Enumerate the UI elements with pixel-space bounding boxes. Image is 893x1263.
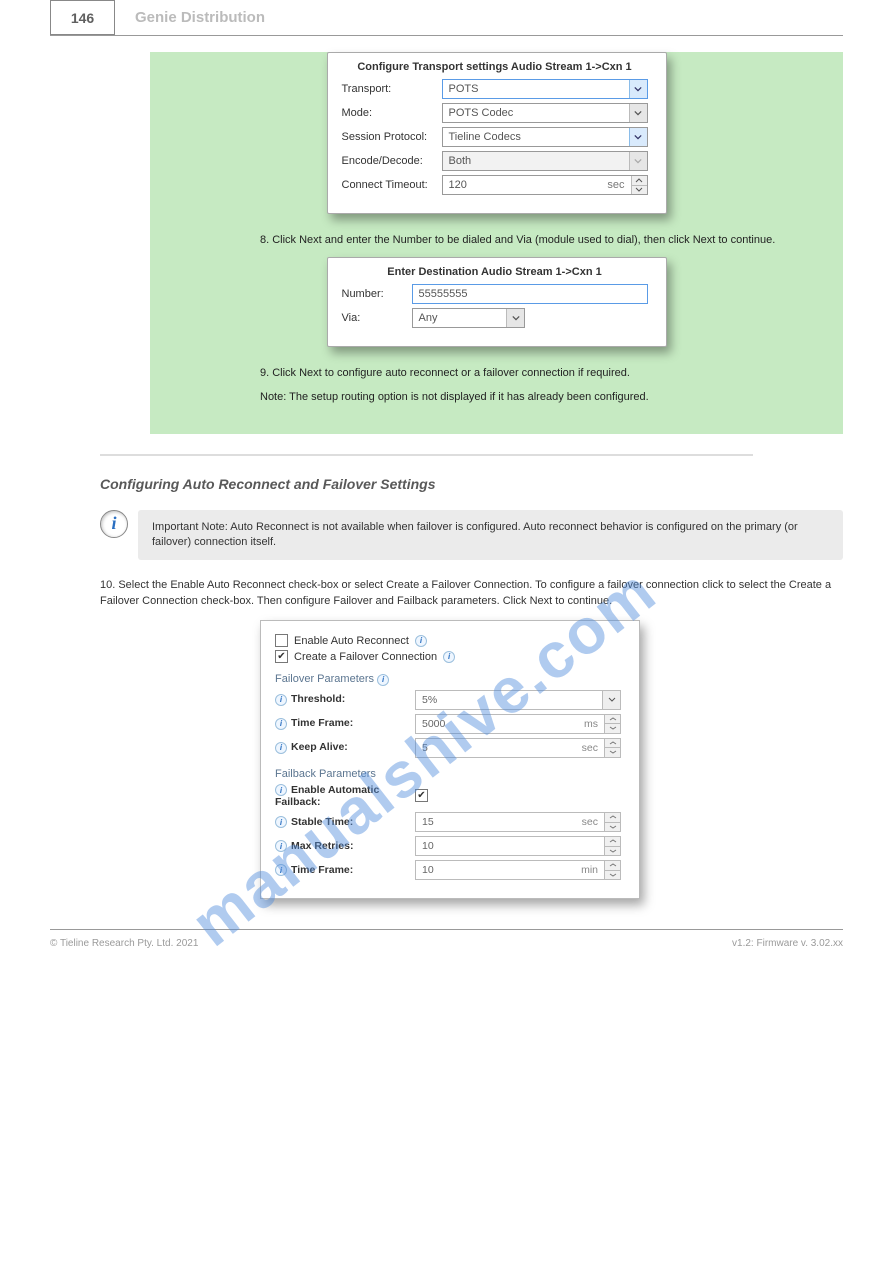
step-9: 9. Click Next to configure auto reconnec… xyxy=(260,365,783,382)
stable-label: iStable Time: xyxy=(275,816,415,829)
step-9-note: Note: The setup routing option is not di… xyxy=(260,389,783,406)
enable-failback-label: iEnable Automatic Failback: xyxy=(275,784,415,809)
mode-label: Mode: xyxy=(342,107,442,119)
info-icon[interactable]: i xyxy=(275,742,287,754)
chevron-down-icon[interactable] xyxy=(629,128,647,146)
chevron-down-icon[interactable] xyxy=(629,104,647,122)
destination-dialog-title: Enter Destination Audio Stream 1->Cxn 1 xyxy=(342,266,648,278)
threshold-label: iThreshold: xyxy=(275,693,415,706)
timeframe2-input[interactable]: 10min xyxy=(415,860,621,880)
spinner[interactable] xyxy=(604,813,620,831)
keepalive-input[interactable]: 5sec xyxy=(415,738,621,758)
chevron-down-icon[interactable] xyxy=(506,309,524,327)
destination-dialog: Enter Destination Audio Stream 1->Cxn 1 … xyxy=(327,257,667,347)
threshold-select[interactable]: 5% xyxy=(415,690,621,710)
maxretries-input[interactable]: 10 xyxy=(415,836,621,856)
page: 146 Genie Distribution Configure Transpo… xyxy=(0,0,893,989)
spinner[interactable] xyxy=(604,861,620,879)
via-select[interactable]: Any xyxy=(412,308,526,328)
footer-copyright: © Tieline Research Pty. Ltd. 2021 xyxy=(50,938,198,949)
via-label: Via: xyxy=(342,312,412,324)
spinner[interactable] xyxy=(604,715,620,733)
spinner[interactable] xyxy=(604,837,620,855)
timeout-input[interactable]: 120 sec xyxy=(442,175,648,195)
chevron-down-icon[interactable] xyxy=(602,691,620,709)
info-icon[interactable]: i xyxy=(275,816,287,828)
auto-reconnect-checkbox[interactable] xyxy=(275,634,288,647)
chevron-down-icon[interactable] xyxy=(629,80,647,98)
auto-reconnect-label: Enable Auto Reconnect xyxy=(294,635,409,647)
transport-label: Transport: xyxy=(342,83,442,95)
stable-input[interactable]: 15sec xyxy=(415,812,621,832)
session-select[interactable]: Tieline Codecs xyxy=(442,127,648,147)
timeframe-input[interactable]: 5000ms xyxy=(415,714,621,734)
info-icon[interactable]: i xyxy=(377,674,389,686)
number-label: Number: xyxy=(342,288,412,300)
info-icon[interactable]: i xyxy=(443,651,455,663)
instruction-panel: Configure Transport settings Audio Strea… xyxy=(150,52,843,434)
transport-dialog: Configure Transport settings Audio Strea… xyxy=(327,52,667,214)
transport-dialog-title: Configure Transport settings Audio Strea… xyxy=(342,61,648,73)
info-icon[interactable]: i xyxy=(275,694,287,706)
transport-select[interactable]: POTS xyxy=(442,79,648,99)
failback-params-heading: Failback Parameters xyxy=(275,768,621,780)
info-icon[interactable]: i xyxy=(275,864,287,876)
step-8: 8. Click Next and enter the Number to be… xyxy=(260,232,783,249)
divider xyxy=(100,454,753,456)
header: 146 Genie Distribution xyxy=(50,0,843,36)
failover-checkbox[interactable] xyxy=(275,650,288,663)
step-10: 10. Select the Enable Auto Reconnect che… xyxy=(100,578,843,610)
enable-failback-checkbox[interactable] xyxy=(415,789,428,802)
section-title: Configuring Auto Reconnect and Failover … xyxy=(100,476,843,492)
number-input[interactable]: 55555555 xyxy=(412,284,648,304)
info-icon[interactable]: i xyxy=(275,840,287,852)
session-label: Session Protocol: xyxy=(342,131,442,143)
maxretries-label: iMax Retries: xyxy=(275,840,415,853)
mode-select[interactable]: POTS Codec xyxy=(442,103,648,123)
info-icon[interactable]: i xyxy=(275,784,287,796)
keepalive-label: iKeep Alive: xyxy=(275,741,415,754)
info-icon: i xyxy=(100,510,128,538)
encdec-label: Encode/Decode: xyxy=(342,155,442,167)
page-number-text: 146 xyxy=(71,10,94,26)
doc-title: Genie Distribution xyxy=(115,0,843,35)
info-note: Important Note: Auto Reconnect is not av… xyxy=(138,510,843,561)
spinner[interactable] xyxy=(604,739,620,757)
timeout-label: Connect Timeout: xyxy=(342,179,442,191)
footer-version: v1.2: Firmware v. 3.02.xx xyxy=(732,938,843,949)
spinner[interactable] xyxy=(631,176,647,194)
failover-params-heading: Failover Parameters i xyxy=(275,673,621,686)
encdec-select: Both xyxy=(442,151,648,171)
info-icon[interactable]: i xyxy=(415,635,427,647)
info-icon[interactable]: i xyxy=(275,718,287,730)
timeframe2-label: iTime Frame: xyxy=(275,864,415,877)
chevron-down-icon xyxy=(629,152,647,170)
failover-panel: Enable Auto Reconnect i Create a Failove… xyxy=(260,620,640,899)
footer: © Tieline Research Pty. Ltd. 2021 v1.2: … xyxy=(50,929,843,949)
failover-label: Create a Failover Connection xyxy=(294,651,437,663)
page-number: 146 xyxy=(50,0,115,35)
timeframe-label: iTime Frame: xyxy=(275,717,415,730)
info-note-row: i Important Note: Auto Reconnect is not … xyxy=(100,510,843,561)
timeout-unit: sec xyxy=(607,179,624,191)
